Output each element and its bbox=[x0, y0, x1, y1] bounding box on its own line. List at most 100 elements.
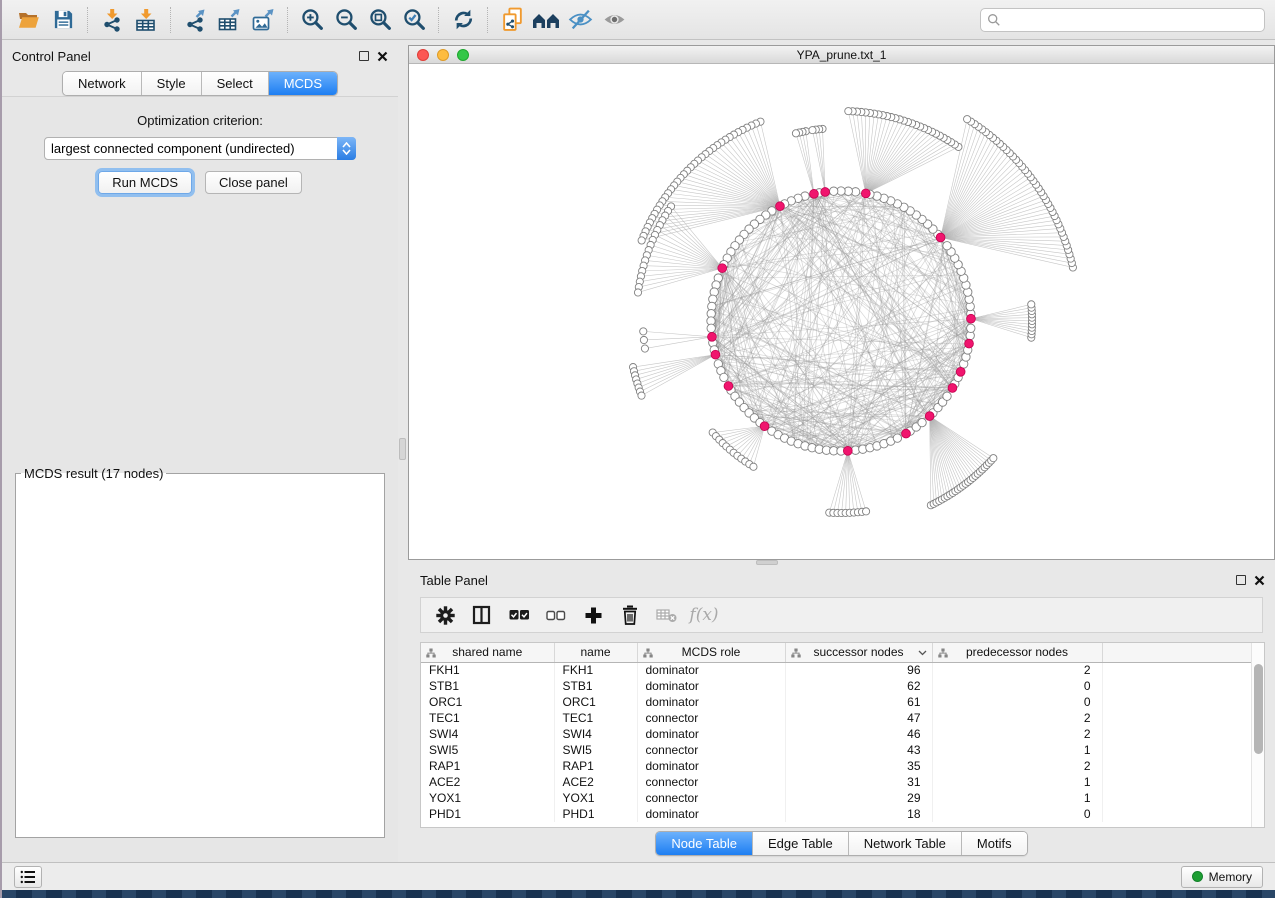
horizontal-splitter[interactable] bbox=[408, 560, 1275, 565]
table-settings-button[interactable] bbox=[431, 601, 459, 629]
table-cell[interactable]: YOX1 bbox=[554, 790, 637, 806]
function-builder-button[interactable]: f(x) bbox=[690, 601, 718, 629]
column-header-shared-name[interactable]: shared name bbox=[421, 643, 554, 662]
table-cell[interactable]: dominator bbox=[637, 694, 785, 710]
table-cell[interactable]: connector bbox=[637, 742, 785, 758]
table-cell[interactable]: ORC1 bbox=[554, 694, 637, 710]
table-cell[interactable]: PHD1 bbox=[421, 806, 554, 822]
table-cell[interactable]: dominator bbox=[637, 758, 785, 774]
table-cell[interactable]: 2 bbox=[932, 726, 1102, 742]
network-graph[interactable] bbox=[409, 64, 1275, 559]
zoom-fit-button[interactable] bbox=[363, 4, 397, 36]
table-cell[interactable]: 1 bbox=[932, 790, 1102, 806]
table-cell[interactable]: FKH1 bbox=[554, 662, 637, 678]
table-scrollbar-thumb[interactable] bbox=[1254, 664, 1263, 754]
table-cell[interactable]: SWI4 bbox=[421, 726, 554, 742]
table-row[interactable]: YOX1YOX1connector291 bbox=[421, 790, 1253, 806]
table-cell[interactable]: STB1 bbox=[554, 678, 637, 694]
tab-network-table[interactable]: Network Table bbox=[849, 832, 962, 855]
table-row[interactable]: ORC1ORC1dominator610 bbox=[421, 694, 1253, 710]
table-row[interactable]: STB1STB1dominator620 bbox=[421, 678, 1253, 694]
add-column-button[interactable] bbox=[579, 601, 607, 629]
table-cell[interactable]: 96 bbox=[785, 662, 932, 678]
deselect-all-button[interactable] bbox=[542, 601, 570, 629]
vertical-splitter[interactable] bbox=[398, 40, 408, 862]
column-header-predecessor-nodes[interactable]: predecessor nodes bbox=[932, 643, 1102, 662]
clone-network-button[interactable] bbox=[495, 4, 529, 36]
table-cell[interactable]: 35 bbox=[785, 758, 932, 774]
table-cell[interactable]: 18 bbox=[785, 806, 932, 822]
table-cell[interactable]: dominator bbox=[637, 806, 785, 822]
run-mcds-button[interactable]: Run MCDS bbox=[98, 171, 192, 194]
table-cell[interactable]: 0 bbox=[932, 694, 1102, 710]
save-session-button[interactable] bbox=[46, 4, 80, 36]
table-cell[interactable]: PHD1 bbox=[554, 806, 637, 822]
tab-motifs[interactable]: Motifs bbox=[962, 832, 1027, 855]
zoom-in-button[interactable] bbox=[295, 4, 329, 36]
memory-button[interactable]: Memory bbox=[1181, 866, 1263, 888]
table-cell[interactable]: 46 bbox=[785, 726, 932, 742]
tab-node-table[interactable]: Node Table bbox=[656, 832, 753, 855]
show-panels-button[interactable] bbox=[14, 866, 42, 888]
close-panel-icon[interactable] bbox=[1254, 575, 1265, 586]
tab-edge-table[interactable]: Edge Table bbox=[753, 832, 849, 855]
export-table-button[interactable] bbox=[212, 4, 246, 36]
table-cell[interactable]: connector bbox=[637, 710, 785, 726]
table-row[interactable]: RAP1RAP1dominator352 bbox=[421, 758, 1253, 774]
column-header-successor-nodes[interactable]: successor nodes bbox=[785, 643, 932, 662]
table-cell[interactable]: 2 bbox=[932, 662, 1102, 678]
float-panel-icon[interactable] bbox=[1236, 575, 1246, 585]
table-cell[interactable]: RAP1 bbox=[421, 758, 554, 774]
table-cell[interactable]: RAP1 bbox=[554, 758, 637, 774]
table-row[interactable]: SWI5SWI5connector431 bbox=[421, 742, 1253, 758]
table-cell[interactable]: connector bbox=[637, 774, 785, 790]
table-row[interactable]: FKH1FKH1dominator962 bbox=[421, 662, 1253, 678]
table-cell[interactable]: SWI4 bbox=[554, 726, 637, 742]
table-cell[interactable]: FKH1 bbox=[421, 662, 554, 678]
table-row[interactable]: ACE2ACE2connector311 bbox=[421, 774, 1253, 790]
show-columns-button[interactable] bbox=[468, 601, 496, 629]
table-cell[interactable]: dominator bbox=[637, 662, 785, 678]
table-cell[interactable]: 31 bbox=[785, 774, 932, 790]
search-input[interactable] bbox=[1001, 13, 1258, 27]
table-cell[interactable]: 29 bbox=[785, 790, 932, 806]
export-image-button[interactable] bbox=[246, 4, 280, 36]
table-cell[interactable]: dominator bbox=[637, 726, 785, 742]
delete-table-button[interactable] bbox=[653, 601, 681, 629]
zoom-selected-button[interactable] bbox=[397, 4, 431, 36]
table-cell[interactable]: 0 bbox=[932, 678, 1102, 694]
table-cell[interactable]: dominator bbox=[637, 678, 785, 694]
table-cell[interactable]: 2 bbox=[932, 758, 1102, 774]
tab-select[interactable]: Select bbox=[202, 72, 269, 95]
table-cell[interactable]: SWI5 bbox=[421, 742, 554, 758]
table-cell[interactable]: 47 bbox=[785, 710, 932, 726]
table-row[interactable]: PHD1PHD1dominator180 bbox=[421, 806, 1253, 822]
delete-columns-button[interactable] bbox=[616, 601, 644, 629]
select-all-button[interactable] bbox=[505, 601, 533, 629]
table-scrollbar[interactable] bbox=[1251, 643, 1264, 827]
criterion-select[interactable]: largest connected component (undirected) bbox=[44, 137, 356, 160]
close-panel-button[interactable]: Close panel bbox=[205, 171, 302, 194]
float-panel-icon[interactable] bbox=[359, 51, 369, 61]
column-header-mcds-role[interactable]: MCDS role bbox=[637, 643, 785, 662]
table-cell[interactable]: 61 bbox=[785, 694, 932, 710]
table-cell[interactable]: 1 bbox=[932, 774, 1102, 790]
table-cell[interactable]: STB1 bbox=[421, 678, 554, 694]
splitter-grip[interactable] bbox=[756, 560, 778, 565]
table-cell[interactable]: TEC1 bbox=[554, 710, 637, 726]
search-networks-button[interactable] bbox=[529, 4, 563, 36]
import-network-button[interactable] bbox=[95, 4, 129, 36]
apply-layout-button[interactable] bbox=[446, 4, 480, 36]
splitter-grip[interactable] bbox=[399, 438, 406, 460]
table-cell[interactable]: YOX1 bbox=[421, 790, 554, 806]
table-cell[interactable]: SWI5 bbox=[554, 742, 637, 758]
table-cell[interactable]: 2 bbox=[932, 710, 1102, 726]
tab-style[interactable]: Style bbox=[142, 72, 202, 95]
table-cell[interactable]: ACE2 bbox=[554, 774, 637, 790]
hide-selected-button[interactable] bbox=[563, 4, 597, 36]
zoom-out-button[interactable] bbox=[329, 4, 363, 36]
table-cell[interactable]: 0 bbox=[932, 806, 1102, 822]
tab-mcds[interactable]: MCDS bbox=[269, 72, 337, 95]
show-all-button[interactable] bbox=[597, 4, 631, 36]
open-session-button[interactable] bbox=[12, 4, 46, 36]
